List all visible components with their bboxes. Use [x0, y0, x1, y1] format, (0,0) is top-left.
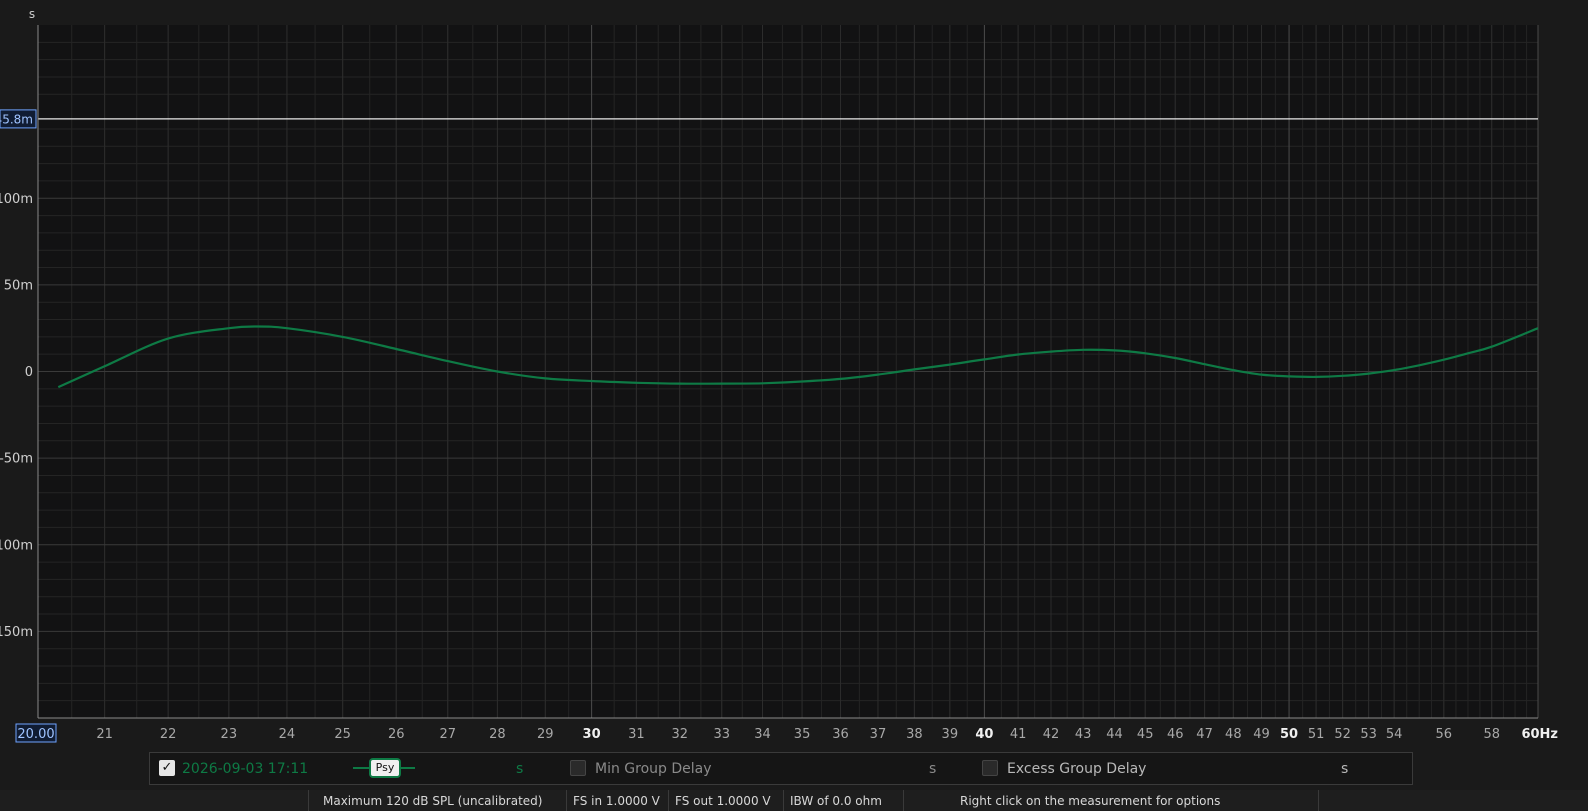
- x-tick-label: 52: [1334, 727, 1351, 742]
- x-tick-label: 20.00: [17, 727, 54, 742]
- status-hint: Right click on the measurement for optio…: [960, 794, 1221, 808]
- x-tick-label: 44: [1106, 727, 1123, 742]
- x-tick-label: 50: [1280, 727, 1298, 742]
- cursor-value-label: 145.8m: [0, 112, 33, 126]
- status-ibw: IBW of 0.0 ohm: [790, 794, 882, 808]
- status-separator: [903, 790, 904, 811]
- x-tick-label: 27: [439, 727, 456, 742]
- x-tick-label: 35: [794, 727, 811, 742]
- x-tick-label: 60Hz: [1521, 727, 1558, 742]
- y-axis-ticks: 100m 50m 0 -50m -100m -150m: [0, 192, 33, 640]
- x-tick-label: 25: [334, 727, 351, 742]
- y-tick-label: -100m: [0, 538, 33, 553]
- min-group-delay-checkbox[interactable]: [570, 760, 586, 776]
- y-tick-label: -50m: [0, 452, 33, 467]
- status-separator: [1318, 790, 1319, 811]
- x-tick-label: 24: [279, 727, 296, 742]
- group-delay-chart[interactable]: s 100m 50m 0 -50m -100m -150m 20.00 21 22 23 24 25…: [0, 0, 1588, 752]
- x-tick-label: 34: [754, 727, 771, 742]
- x-tick-label: 39: [942, 727, 959, 742]
- status-separator: [783, 790, 784, 811]
- series-name-label[interactable]: 2026-09-03 17:11: [182, 760, 308, 778]
- x-tick-label: 51: [1308, 727, 1325, 742]
- x-tick-label: 28: [489, 727, 506, 742]
- x-tick-label: 56: [1436, 727, 1453, 742]
- x-tick-label: 40: [975, 727, 993, 742]
- psy-smoothing-button[interactable]: Psy: [369, 758, 401, 778]
- status-separator: [566, 790, 567, 811]
- grid: [38, 25, 1539, 718]
- x-tick-label: 38: [906, 727, 923, 742]
- x-tick-label: 46: [1167, 727, 1184, 742]
- x-tick-label: 21: [96, 727, 113, 742]
- x-tick-label: 33: [713, 727, 730, 742]
- x-tick-label: 29: [537, 727, 554, 742]
- x-tick-label: 53: [1360, 727, 1377, 742]
- x-tick-label: 47: [1196, 727, 1213, 742]
- x-tick-label: 42: [1043, 727, 1060, 742]
- x-tick-label: 30: [583, 727, 601, 742]
- status-fs-in: FS in 1.0000 V: [573, 794, 660, 808]
- min-group-delay-unit: s: [929, 761, 937, 777]
- y-tick-label: -150m: [0, 625, 33, 640]
- series-unit-label: s: [516, 761, 524, 777]
- x-tick-label: 32: [671, 727, 688, 742]
- x-tick-label: 36: [832, 727, 849, 742]
- status-separator: [308, 790, 309, 811]
- y-tick-label: 50m: [4, 278, 33, 293]
- x-tick-label: 45: [1137, 727, 1154, 742]
- legend-bar: ✓ 2026-09-03 17:11 Psy s Min Group Delay…: [149, 752, 1413, 785]
- y-tick-label: 0: [25, 365, 33, 380]
- x-tick-label: 48: [1225, 727, 1242, 742]
- status-fs-out: FS out 1.0000 V: [675, 794, 771, 808]
- excess-group-delay-label[interactable]: Excess Group Delay: [1007, 760, 1146, 778]
- x-tick-label: 49: [1253, 727, 1270, 742]
- x-tick-label: 37: [870, 727, 887, 742]
- x-tick-label: 43: [1075, 727, 1092, 742]
- x-axis-ticks: 20.00 21 22 23 24 25 26 27 28 29 30 31 32 33 34 35 36 37 3…: [15, 723, 1558, 743]
- y-unit-label: s: [29, 7, 35, 21]
- x-tick-label: 58: [1483, 727, 1500, 742]
- y-tick-label: 100m: [0, 192, 33, 207]
- x-tick-label: 26: [388, 727, 405, 742]
- x-tick-label: 23: [221, 727, 238, 742]
- status-bar: Maximum 120 dB SPL (uncalibrated) FS in …: [0, 790, 1588, 811]
- x-tick-label: 31: [628, 727, 645, 742]
- x-tick-label: 22: [160, 727, 177, 742]
- status-separator: [668, 790, 669, 811]
- series-visibility-checkbox[interactable]: ✓: [159, 760, 175, 776]
- status-max-spl: Maximum 120 dB SPL (uncalibrated): [323, 794, 543, 808]
- excess-group-delay-unit: s: [1341, 761, 1349, 777]
- min-group-delay-label[interactable]: Min Group Delay: [595, 760, 712, 778]
- excess-group-delay-checkbox[interactable]: [982, 760, 998, 776]
- x-tick-label: 54: [1386, 727, 1403, 742]
- x-tick-label: 41: [1010, 727, 1027, 742]
